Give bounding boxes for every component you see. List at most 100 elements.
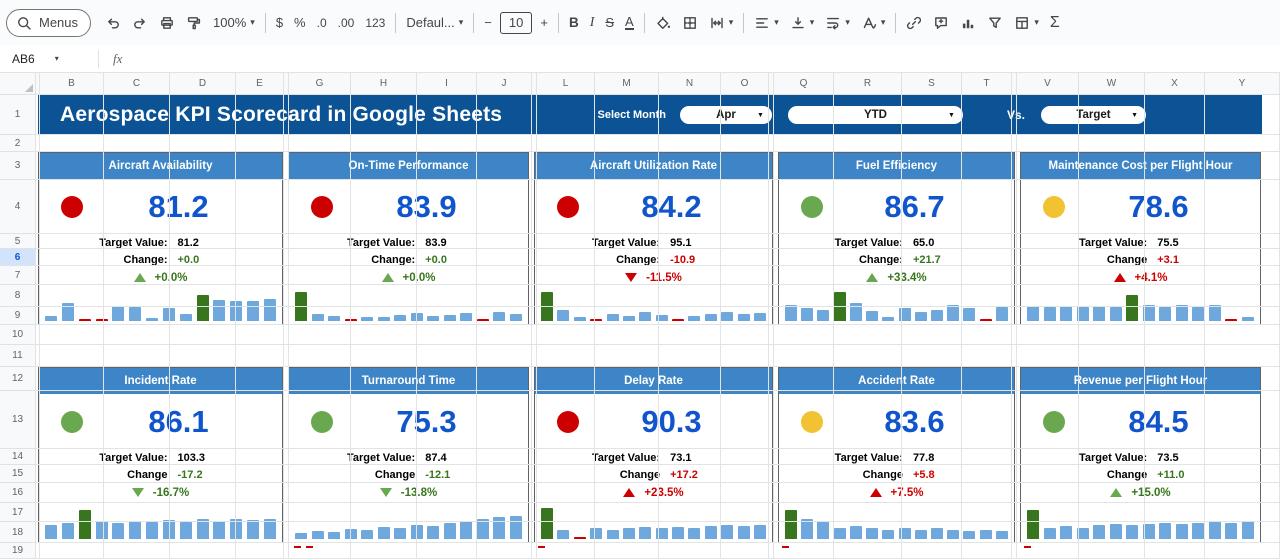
print-button[interactable] (154, 10, 180, 36)
row-header[interactable]: 18 (0, 522, 35, 543)
row-header[interactable]: 10 (0, 325, 35, 345)
column-header[interactable]: W (1079, 73, 1145, 94)
column-header[interactable]: H (351, 73, 417, 94)
compare-dropdown[interactable]: Target ▼ (1041, 106, 1146, 124)
currency-format-button[interactable]: $ (271, 10, 288, 36)
spark-bar (590, 528, 602, 539)
fill-color-button[interactable] (650, 10, 676, 36)
spark-bar (754, 313, 766, 321)
more-formats-button[interactable]: 123 (360, 10, 390, 36)
row-header[interactable]: 9 (0, 307, 35, 325)
gridline (594, 95, 595, 559)
column-header[interactable]: I (417, 73, 477, 94)
kpi-value-row: 78.6 (1021, 179, 1260, 234)
insert-comment-button[interactable] (928, 10, 954, 36)
bold-button[interactable]: B (564, 10, 584, 36)
text-rotation-button[interactable]: ▾ (856, 10, 891, 36)
insert-link-button[interactable] (901, 10, 927, 36)
decrease-decimal-button[interactable]: .0 (312, 10, 332, 36)
target-value: 65.0 (913, 237, 934, 249)
column-header[interactable]: M (595, 73, 659, 94)
spark-bar (882, 530, 894, 539)
italic-button[interactable]: I (585, 10, 600, 36)
status-circle (557, 411, 579, 433)
sheet-canvas[interactable]: Aerospace KPI Scorecard in Google Sheets… (36, 95, 1280, 559)
column-header[interactable]: B (40, 73, 104, 94)
text-wrap-button[interactable]: ▾ (820, 10, 855, 36)
gridline (36, 521, 1280, 522)
column-header[interactable]: O (721, 73, 769, 94)
row-header[interactable]: 16 (0, 483, 35, 503)
spark-bar (801, 308, 813, 321)
merge-cells-button[interactable]: ▾ (704, 10, 739, 36)
dashboard-title: Aerospace KPI Scorecard in Google Sheets (60, 103, 502, 127)
sheet-body: 12345678910111213141516171819 Aerospace … (0, 95, 1280, 559)
increase-font-size-button[interactable]: + (535, 10, 553, 36)
strikethrough-button[interactable]: S (600, 10, 619, 36)
vertical-align-button[interactable]: ▾ (785, 10, 820, 36)
period-dropdown[interactable]: YTD ▼ (788, 106, 963, 124)
name-box[interactable]: AB6 ▾ (0, 52, 98, 66)
row-header[interactable]: 5 (0, 234, 35, 249)
row-header[interactable]: 13 (0, 391, 35, 449)
row-header[interactable]: 6 (0, 249, 35, 266)
column-header[interactable]: R (834, 73, 902, 94)
row-header[interactable]: 7 (0, 266, 35, 285)
row-header[interactable]: 3 (0, 152, 35, 180)
target-value: 103.3 (178, 452, 206, 464)
column-header[interactable]: Q (774, 73, 834, 94)
row-header[interactable]: 15 (0, 465, 35, 483)
gridline (169, 95, 170, 559)
column-header[interactable]: T (962, 73, 1012, 94)
month-dropdown[interactable]: Apr ▼ (680, 106, 772, 124)
row-header[interactable]: 1 (0, 95, 35, 135)
gridline (36, 390, 1280, 391)
table-views-button[interactable]: ▾ (1009, 10, 1044, 36)
column-header[interactable]: X (1145, 73, 1205, 94)
functions-button[interactable]: Σ (1045, 10, 1065, 36)
column-header[interactable]: D (170, 73, 236, 94)
decrease-font-size-button[interactable]: − (479, 10, 497, 36)
text-color-button[interactable]: A (620, 10, 639, 36)
zoom-select[interactable]: 100%▾ (208, 10, 260, 36)
paint-format-button[interactable] (181, 10, 207, 36)
percent-format-button[interactable]: % (289, 10, 311, 36)
row-header[interactable]: 14 (0, 449, 35, 465)
spark-bar (688, 528, 700, 539)
row-header[interactable]: 12 (0, 367, 35, 391)
row-header[interactable]: 2 (0, 135, 35, 152)
font-select[interactable]: Defaul...▾ (401, 10, 468, 36)
row-header[interactable]: 17 (0, 503, 35, 522)
column-header[interactable]: N (659, 73, 721, 94)
row-header[interactable]: 19 (0, 543, 35, 559)
partial-chart-mark (294, 546, 301, 548)
redo-button[interactable] (127, 10, 153, 36)
column-header[interactable]: Y (1205, 73, 1280, 94)
spark-bar (1209, 305, 1221, 321)
column-header[interactable]: L (537, 73, 595, 94)
column-header[interactable]: C (104, 73, 170, 94)
spark-bar (247, 301, 259, 321)
create-filter-button[interactable] (982, 10, 1008, 36)
trend-percent: -11.5% (646, 272, 682, 284)
row-header[interactable]: 11 (0, 345, 35, 367)
column-header[interactable]: E (236, 73, 284, 94)
column-header[interactable]: G (289, 73, 351, 94)
menus-button[interactable]: Menus (6, 9, 91, 37)
horizontal-align-button[interactable]: ▾ (749, 10, 784, 36)
spark-bar (980, 530, 992, 539)
column-header[interactable]: S (902, 73, 962, 94)
row-header[interactable]: 8 (0, 285, 35, 307)
column-header[interactable]: J (477, 73, 532, 94)
row-header[interactable]: 4 (0, 180, 35, 234)
spark-bar (1225, 319, 1237, 321)
column-header[interactable]: V (1017, 73, 1079, 94)
insert-chart-button[interactable] (955, 10, 981, 36)
gridline (720, 95, 721, 559)
gridline (1144, 95, 1145, 559)
font-size-input[interactable]: 10 (500, 12, 532, 34)
increase-decimal-button[interactable]: .00 (333, 10, 360, 36)
select-all-corner[interactable] (0, 73, 36, 95)
borders-button[interactable] (677, 10, 703, 36)
undo-button[interactable] (100, 10, 126, 36)
